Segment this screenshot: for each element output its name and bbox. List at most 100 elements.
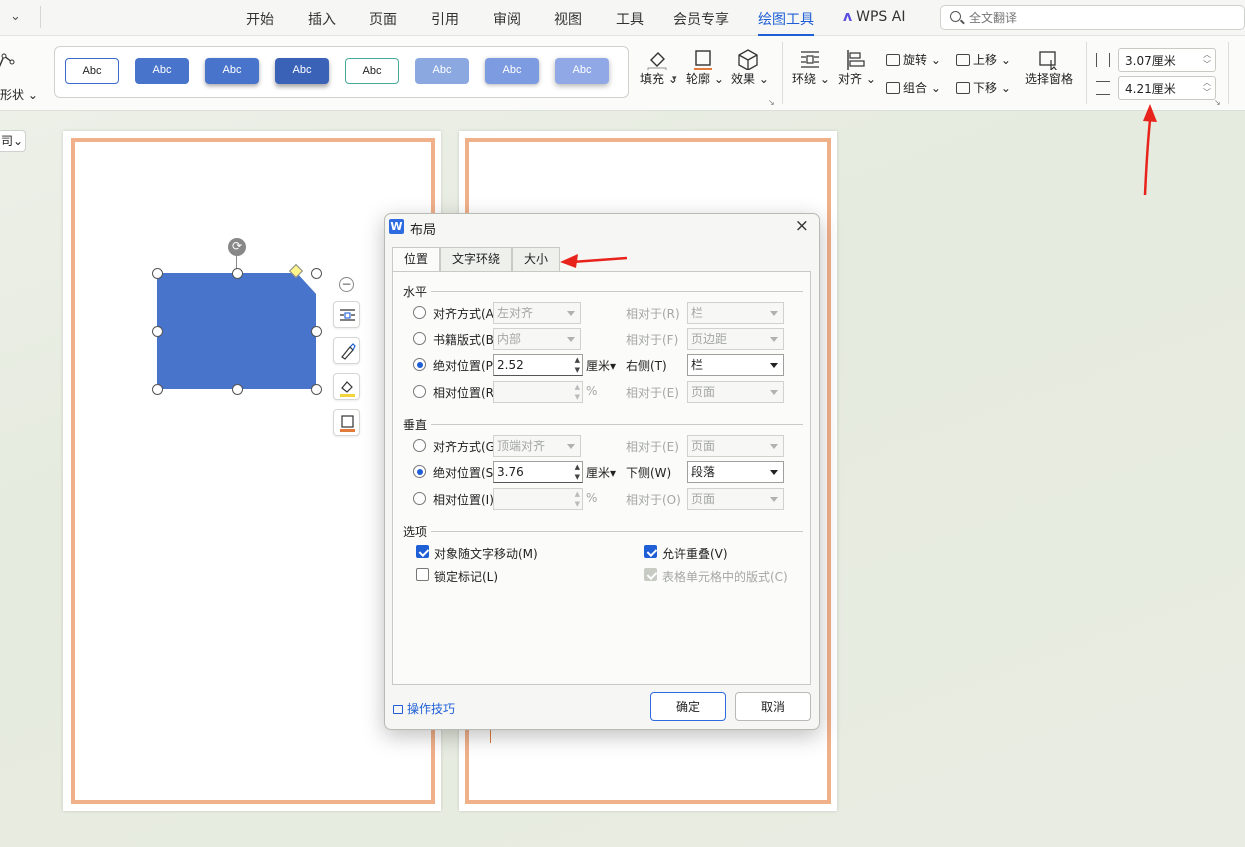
quick-fill-button[interactable] [333,373,360,400]
resize-handle[interactable] [311,268,322,279]
v-absolute-radio[interactable] [413,465,426,478]
v-absolute-input[interactable] [497,464,565,480]
align-button[interactable]: 对齐 ⌄ [838,48,876,87]
resize-handle[interactable] [311,326,322,337]
h-book-radio[interactable] [413,332,426,345]
tab-drawing-tools[interactable]: 绘图工具 [758,9,814,36]
height-field[interactable]: ︿﹀ [1118,48,1216,72]
h-align-radio[interactable] [413,306,426,319]
search-box[interactable] [940,5,1245,30]
cancel-button[interactable]: 取消 [735,692,811,721]
tab-tools[interactable]: 工具 [616,9,644,29]
v-absolute-unit[interactable]: 厘米▾ [586,464,616,481]
search-input[interactable] [969,9,1229,26]
width-field[interactable]: ︿﹀ [1118,76,1216,100]
resize-handle[interactable] [152,384,163,395]
spinner-arrows-icon: ▲ ▼ [574,383,580,401]
menu-bar: ⌄ 开始 插入 页面 引用 审阅 视图 工具 会员专享 绘图工具 ᴧ WPS AI [0,0,1245,36]
style-sample[interactable]: Abc [135,58,189,84]
layout-options-button[interactable] [333,301,360,328]
spinner-arrows-icon[interactable]: ▲ ▼ [575,355,580,375]
group-button[interactable]: 组合 ⌄ [886,79,941,96]
collapse-icon[interactable]: − [339,277,354,292]
size-dialog-launcher-icon[interactable]: ↘ [1214,98,1221,107]
h-relative-spinbox: ▲ ▼ [493,381,583,403]
move-with-text-checkbox[interactable] [416,545,429,558]
style-sample[interactable]: Abc [485,58,539,84]
v-absolute-spinbox[interactable]: ▲▼ [493,461,583,483]
align-icon [847,50,865,70]
lock-anchor-checkbox[interactable] [416,568,429,581]
tab-text-wrapping[interactable]: 文字环绕 [440,247,512,271]
resize-handle[interactable] [152,268,163,279]
v-align-label: 对齐方式(G) [433,440,500,454]
h-absolute-input[interactable] [497,357,565,373]
style-sample[interactable]: Abc [65,58,119,84]
v-align-radio[interactable] [413,439,426,452]
tips-link[interactable]: 操作技巧 [393,700,455,717]
width-spinner[interactable]: ︿ ﹀ [1203,78,1211,98]
tab-member[interactable]: 会员专享 [673,9,729,29]
wps-ai-button[interactable]: ᴧ WPS AI [843,9,905,25]
v-relative-unit: % [586,491,598,505]
format-painter-button[interactable] [333,337,360,364]
h-relative-radio[interactable] [413,385,426,398]
resize-handle[interactable] [152,326,163,337]
selection-pane-button[interactable]: 选择窗格 [1024,48,1074,87]
tab-insert[interactable]: 插入 [308,9,336,29]
search-icon [950,11,961,22]
h-align-relative-select: 栏 [687,302,784,324]
tab-position[interactable]: 位置 [392,247,440,272]
v-align-select: 顶端对齐 [493,435,581,457]
send-backward-icon [956,82,970,94]
wps-ai-logo-icon: ᴧ [843,9,853,25]
wrap-label: 环绕 [792,72,817,86]
resize-handle[interactable] [232,384,243,395]
style-sample[interactable]: Abc [205,58,259,84]
h-absolute-spinbox[interactable]: ▲▼ [493,354,583,376]
send-backward-button[interactable]: 下移 ⌄ [956,79,1011,96]
h-absolute-relative-select[interactable]: 栏 [687,354,784,376]
style-sample[interactable]: Abc [345,58,399,84]
chevron-down-icon[interactable]: ⌄ [10,9,21,24]
v-absolute-relative-select[interactable]: 段落 [687,461,784,483]
quick-outline-button[interactable] [333,409,360,436]
style-sample[interactable]: Abc [415,58,469,84]
tab-page[interactable]: 页面 [369,9,397,29]
dialog-title-bar[interactable]: W 布局 × [385,214,819,240]
spinner-arrows-icon: ▲ ▼ [574,490,580,508]
height-input[interactable] [1125,52,1195,68]
effect-button[interactable]: 效果 ⌄ [731,48,769,87]
fill-button[interactable]: 填充 ⌄ [640,48,678,87]
h-absolute-radio[interactable] [413,358,426,371]
tab-review[interactable]: 审阅 [493,9,521,29]
spinner-arrows-icon[interactable]: ▲ ▼ [575,462,580,482]
dialog-launcher-icon[interactable]: ↘ [768,98,775,107]
width-input[interactable] [1125,80,1195,96]
tab-references[interactable]: 引用 [431,9,459,29]
close-icon[interactable]: × [795,216,809,236]
divider [782,42,783,104]
height-spinner[interactable]: ︿ ﹀ [1203,50,1211,70]
tab-view[interactable]: 视图 [554,9,582,29]
v-relative-spinbox: ▲ ▼ [493,488,583,510]
wrap-button[interactable]: 环绕 ⌄ [792,48,830,87]
style-sample[interactable]: Abc [555,58,609,84]
ok-button[interactable]: 确定 [650,692,726,721]
rotate-handle-icon[interactable]: ⟳ [228,238,246,256]
outline-button[interactable]: 轮廓 ⌄ [686,48,724,87]
tab-home[interactable]: 开始 [246,9,274,29]
divider [40,6,41,28]
v-relative-radio[interactable] [413,492,426,505]
rotate-button[interactable]: 旋转 ⌄ [886,51,941,68]
selected-shape[interactable] [157,273,316,389]
style-sample[interactable]: Abc [275,58,329,84]
shape-button[interactable]: 形状 ⌄ [0,44,38,102]
h-absolute-unit[interactable]: 厘米▾ [586,357,616,374]
resize-handle[interactable] [311,384,322,395]
view-dropdown[interactable]: 司⌄ [0,130,26,152]
resize-handle[interactable] [232,268,243,279]
allow-overlap-checkbox[interactable] [644,545,657,558]
bring-forward-button[interactable]: 上移 ⌄ [956,51,1011,68]
tab-size[interactable]: 大小 [512,247,560,271]
